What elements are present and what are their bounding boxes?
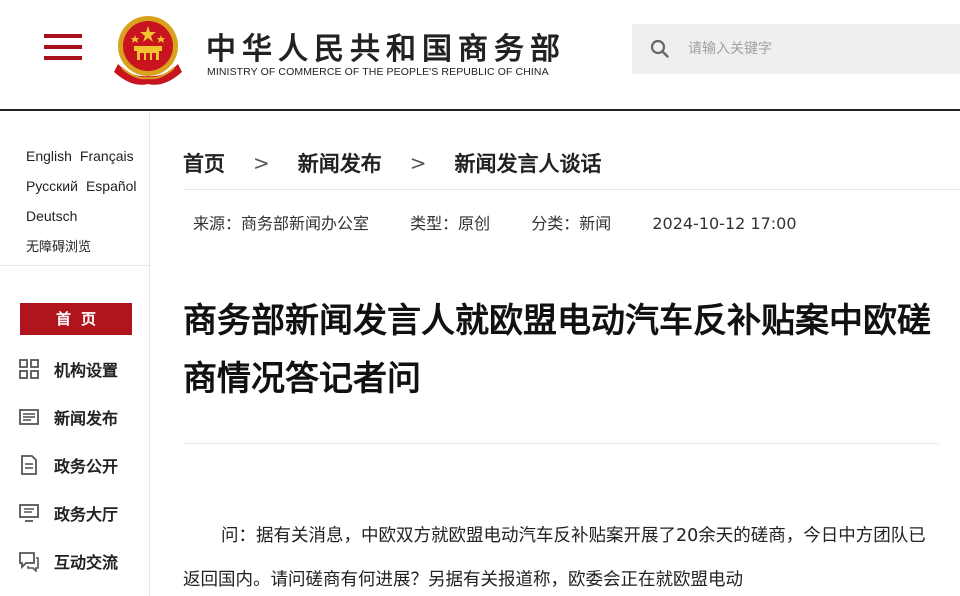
breadcrumb-news[interactable]: 新闻发布 <box>298 148 382 178</box>
sidebar-item-public-info[interactable]: 政务公开 <box>18 450 118 480</box>
lang-english-link[interactable]: English <box>26 148 72 164</box>
sidebar: English Français Русский Español Deutsch 无… <box>0 113 150 596</box>
meta-source: 来源：商务部新闻办公室 <box>193 214 370 233</box>
article-paragraph: 问：据有关消息，中欧双方就欧盟电动汽车反补贴案开展了20余天的磋商，今日中方团队… <box>183 526 926 590</box>
meta-category: 分类：新闻 <box>531 214 612 233</box>
sidebar-item-organization[interactable]: 机构设置 <box>18 354 118 384</box>
breadcrumb: 首页 > 新闻发布 > 新闻发言人谈话 <box>183 148 602 178</box>
national-emblem-icon <box>114 16 182 85</box>
meta-type: 类型：原创 <box>410 214 491 233</box>
meta-datetime: 2024-10-12 17:00 <box>652 214 797 233</box>
sidebar-item-service-hall[interactable]: 政务大厅 <box>18 498 118 528</box>
sidebar-item-label: 新闻发布 <box>54 409 119 428</box>
sidebar-item-news[interactable]: 新闻发布 <box>18 402 118 432</box>
grid-icon <box>19 359 39 379</box>
chat-icon <box>19 552 39 572</box>
site-subtitle: MINISTRY OF COMMERCE OF THE PEOPLE'S REP… <box>207 66 549 78</box>
sidebar-item-label: 政务大厅 <box>54 505 119 524</box>
sidebar-home-button[interactable]: 首页 <box>20 303 132 335</box>
sidebar-item-interaction[interactable]: 互动交流 <box>18 546 118 576</box>
language-switcher: English Français Русский Español Deutsch 无… <box>26 141 145 263</box>
divider <box>183 189 960 190</box>
site-title: 中华人民共和国商务部 <box>206 32 566 67</box>
sidebar-item-label: 互动交流 <box>54 553 119 572</box>
chevron-right-icon: > <box>409 151 427 175</box>
search-icon[interactable] <box>650 39 670 59</box>
divider <box>183 443 939 444</box>
lang-german-link[interactable]: Deutsch <box>26 208 77 224</box>
divider <box>0 265 150 266</box>
site-header: 中华人民共和国商务部 MINISTRY OF COMMERCE OF THE P… <box>0 0 960 111</box>
accessibility-link[interactable]: 无障碍浏览 <box>26 240 91 255</box>
menu-icon[interactable] <box>44 34 82 62</box>
lang-french-link[interactable]: Français <box>80 148 134 164</box>
lang-spanish-link[interactable]: Español <box>86 178 137 194</box>
breadcrumb-home[interactable]: 首页 <box>183 148 225 178</box>
breadcrumb-spokesperson[interactable]: 新闻发言人谈话 <box>455 148 602 178</box>
document-icon <box>21 455 37 475</box>
sidebar-item-label: 政务公开 <box>54 457 119 476</box>
article-meta: 来源：商务部新闻办公室 类型：原创 分类：新闻 2024-10-12 17:00 <box>193 210 833 234</box>
monitor-icon <box>19 504 39 522</box>
search-input[interactable] <box>688 24 948 74</box>
lang-russian-link[interactable]: Русский <box>26 178 78 194</box>
news-icon <box>19 409 39 425</box>
chevron-right-icon: > <box>253 151 270 175</box>
article-title: 商务部新闻发言人就欧盟电动汽车反补贴案中欧磋商情况答记者问 <box>183 301 931 399</box>
sidebar-item-label: 机构设置 <box>54 361 119 380</box>
search-bar <box>632 24 960 74</box>
